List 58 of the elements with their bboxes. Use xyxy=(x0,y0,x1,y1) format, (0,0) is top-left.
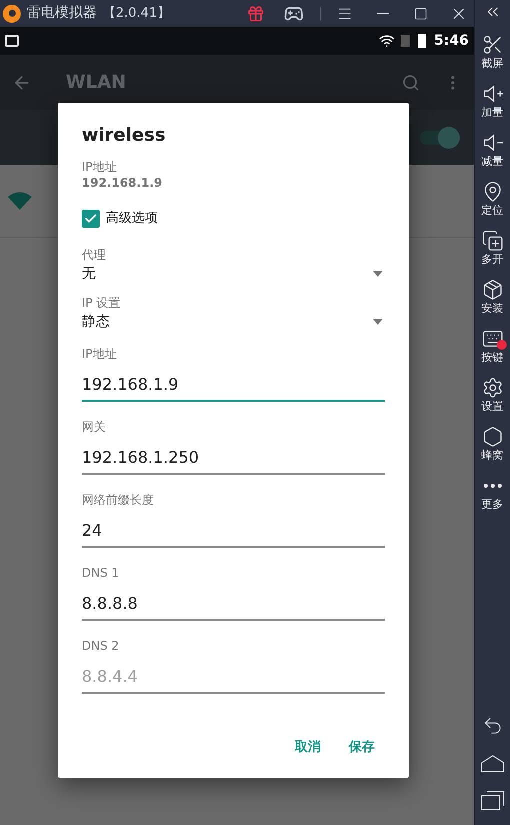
dropdown-label: 代理 xyxy=(82,246,107,262)
home-icon[interactable] xyxy=(480,755,504,773)
input-field[interactable]: 192.168.1.250 xyxy=(82,442,385,474)
dropdown[interactable]: 静态 xyxy=(82,310,385,332)
keyboard-icon xyxy=(482,328,504,350)
toolbar-button[interactable]: 截屏 xyxy=(476,34,510,77)
toolbar-button[interactable]: 定位 xyxy=(476,181,510,224)
toolbar-button[interactable]: 蜂窝 xyxy=(476,426,510,469)
toolbar-button[interactable]: 设置 xyxy=(476,377,510,420)
minimize-icon xyxy=(377,12,389,14)
settings-icon xyxy=(482,377,504,399)
toolbar-button[interactable]: 减量 xyxy=(476,132,510,175)
field-label: DNS 1 xyxy=(82,564,120,582)
toolbar-button[interactable]: 加量 xyxy=(476,83,510,126)
input-field[interactable]: 192.168.1.9 xyxy=(82,368,385,402)
field-label: DNS 2 xyxy=(82,638,120,654)
app-logo-icon xyxy=(3,4,21,22)
hexagon-icon xyxy=(482,426,504,448)
version-label: 【2.0.41】 xyxy=(103,4,170,23)
recent-apps-icon[interactable] xyxy=(480,791,504,811)
dialog-title: wireless xyxy=(82,125,167,147)
dropdown-label: IP 设置 xyxy=(82,294,122,310)
field-label: 网络前缀长度 xyxy=(82,492,155,508)
package-icon xyxy=(482,279,504,301)
gift-icon xyxy=(247,4,265,22)
dialog-button[interactable]: 保存 xyxy=(339,732,385,764)
screen-icon xyxy=(5,35,19,47)
window-title: 雷电模拟器 xyxy=(27,4,97,23)
volume-down-icon xyxy=(482,132,504,154)
ip-label: IP地址 xyxy=(82,159,118,175)
clock: 5:46 xyxy=(434,32,469,50)
wifi-icon xyxy=(379,33,396,49)
ip-value: 192.168.1.9 xyxy=(82,175,164,191)
input-field[interactable]: 8.8.8.8 xyxy=(82,588,385,620)
dropdown[interactable]: 无 xyxy=(82,262,385,284)
toolbar-button[interactable]: 按键 xyxy=(476,328,510,371)
dropdown-arrow-icon xyxy=(373,270,383,276)
toolbar-button[interactable]: 安装 xyxy=(476,279,510,322)
advanced-options-checkbox[interactable]: 高级选项 xyxy=(82,209,158,228)
sim-icon xyxy=(401,35,410,47)
maximize-icon xyxy=(414,6,428,20)
wifi-signal-icon xyxy=(8,192,32,210)
app-bar-title: WLAN xyxy=(66,71,126,95)
more-icon xyxy=(484,484,502,488)
multi-window-icon xyxy=(482,230,504,252)
input-field[interactable]: 24 xyxy=(82,514,385,548)
field-label: IP地址 xyxy=(82,346,118,362)
scissors-icon xyxy=(482,34,504,56)
checkmark-icon xyxy=(84,212,98,226)
field-label: 网关 xyxy=(82,418,107,436)
dropdown-arrow-icon xyxy=(373,318,383,324)
toolbar-button[interactable]: 更多 xyxy=(476,475,510,518)
toolbar-button[interactable]: 多开 xyxy=(476,230,510,273)
input-field[interactable]: 8.8.4.4 xyxy=(82,660,385,694)
search-icon[interactable] xyxy=(402,74,420,92)
volume-up-icon xyxy=(482,83,504,105)
battery-icon xyxy=(418,34,426,48)
dialog-button[interactable]: 取消 xyxy=(285,732,331,764)
